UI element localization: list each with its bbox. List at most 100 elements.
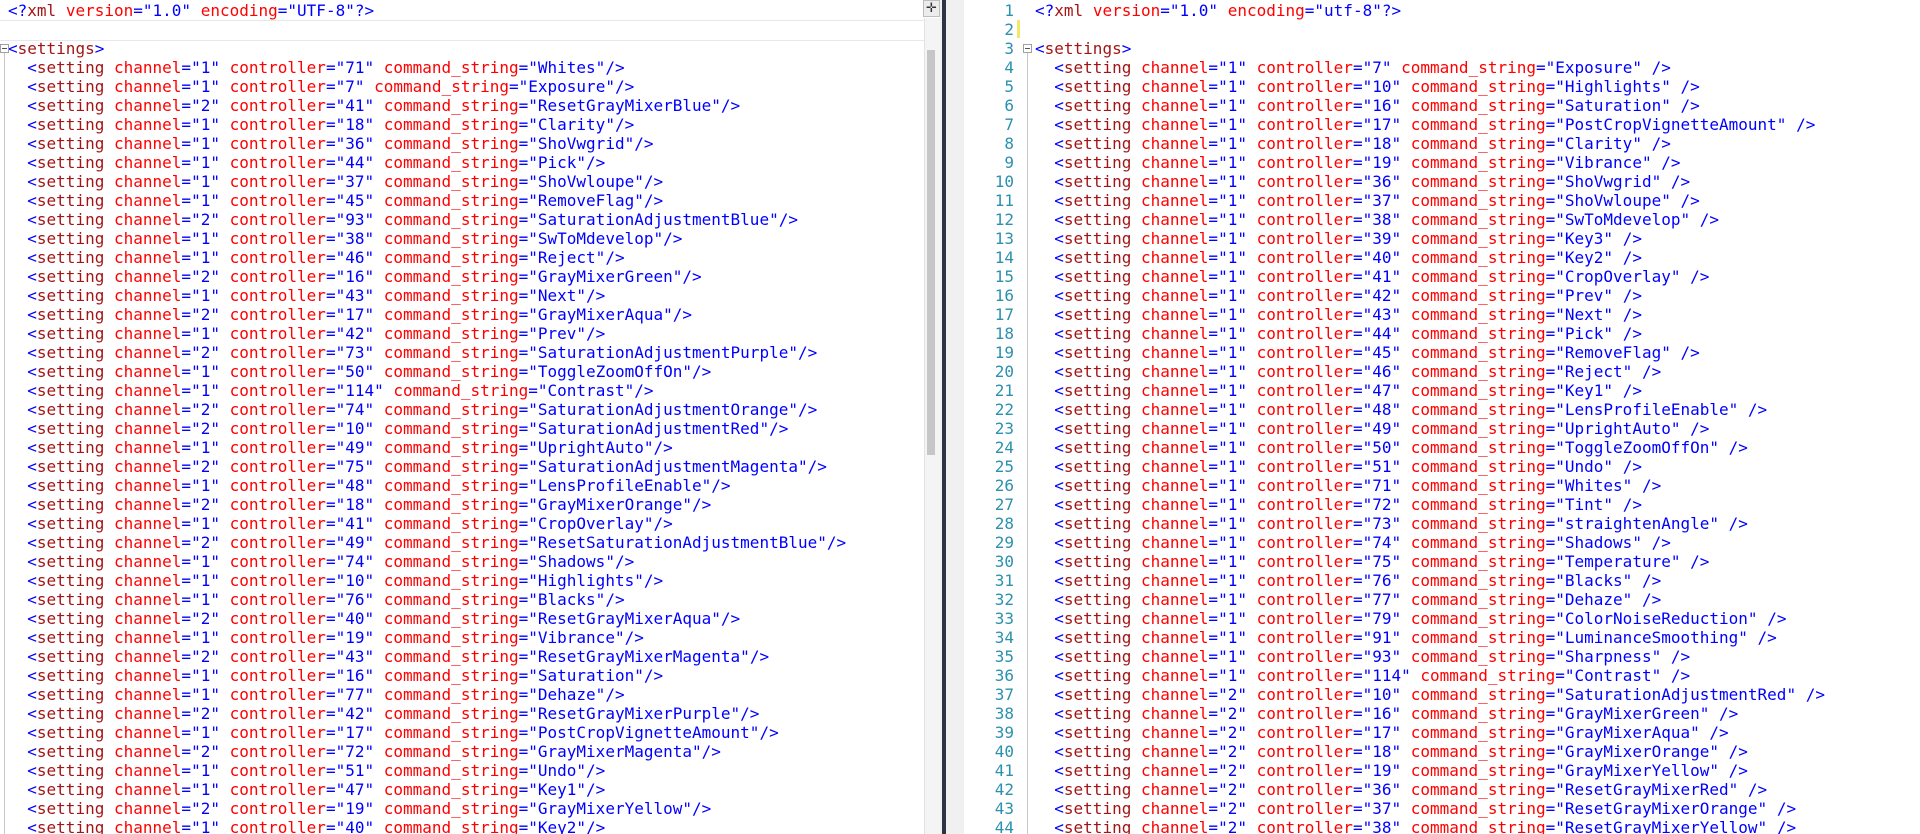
code-line[interactable]: <setting channel="1" controller="46" com… xyxy=(1035,362,1661,381)
code-line[interactable]: <setting channel="2" controller="19" com… xyxy=(8,799,711,818)
code-line[interactable]: <setting channel="1" controller="75" com… xyxy=(1035,552,1709,571)
code-line[interactable]: <setting channel="1" controller="74" com… xyxy=(1035,533,1671,552)
code-line[interactable]: <setting channel="1" controller="47" com… xyxy=(1035,381,1642,400)
code-line[interactable]: <setting channel="2" controller="75" com… xyxy=(8,457,827,476)
code-line[interactable]: <setting channel="1" controller="40" com… xyxy=(1035,248,1642,267)
pane-splitter-bar[interactable] xyxy=(942,0,946,834)
code-line[interactable]: <setting channel="1" controller="42" com… xyxy=(1035,286,1642,305)
line-number: 30 xyxy=(994,552,1014,571)
code-line[interactable]: <setting channel="1" controller="77" com… xyxy=(1035,590,1661,609)
code-line[interactable]: <setting channel="1" controller="77" com… xyxy=(8,685,624,704)
code-line[interactable]: <setting channel="1" controller="45" com… xyxy=(8,191,663,210)
code-line[interactable]: <setting channel="1" controller="48" com… xyxy=(1035,400,1767,419)
code-line[interactable]: <setting channel="1" controller="10" com… xyxy=(8,571,663,590)
code-line[interactable]: <setting channel="1" controller="41" com… xyxy=(8,514,672,533)
code-line[interactable]: <setting channel="2" controller="40" com… xyxy=(8,609,740,628)
code-line[interactable]: <setting channel="2" controller="10" com… xyxy=(8,419,788,438)
code-line[interactable]: <setting channel="1" controller="16" com… xyxy=(8,666,663,685)
collapse-icon[interactable] xyxy=(1023,44,1032,53)
code-line[interactable]: <setting channel="2" controller="18" com… xyxy=(1035,742,1748,761)
code-line[interactable]: <settings> xyxy=(8,39,104,58)
code-line[interactable]: <setting channel="1" controller="16" com… xyxy=(1035,96,1699,115)
code-line[interactable]: <setting channel="1" controller="38" com… xyxy=(8,229,682,248)
code-line[interactable]: <setting channel="2" controller="74" com… xyxy=(8,400,817,419)
collapse-icon[interactable] xyxy=(0,44,9,53)
code-line[interactable]: <setting channel="2" controller="72" com… xyxy=(8,742,721,761)
code-line[interactable]: <setting channel="1" controller="71" com… xyxy=(8,58,624,77)
code-line[interactable]: <setting channel="1" controller="7" comm… xyxy=(8,77,634,96)
code-line[interactable]: <setting channel="1" controller="71" com… xyxy=(1035,476,1661,495)
code-line[interactable]: <setting channel="1" controller="51" com… xyxy=(8,761,605,780)
code-line[interactable]: <setting channel="2" controller="18" com… xyxy=(8,495,711,514)
code-line[interactable]: <setting channel="1" controller="50" com… xyxy=(8,362,711,381)
code-line[interactable]: <setting channel="1" controller="79" com… xyxy=(1035,609,1786,628)
code-line[interactable]: <setting channel="2" controller="42" com… xyxy=(8,704,759,723)
line-number: 18 xyxy=(994,324,1014,343)
code-line[interactable]: <setting channel="2" controller="19" com… xyxy=(1035,761,1748,780)
code-line[interactable]: <setting channel="2" controller="43" com… xyxy=(8,647,769,666)
code-line[interactable]: <setting channel="1" controller="19" com… xyxy=(1035,153,1680,172)
code-line[interactable]: <setting channel="1" controller="46" com… xyxy=(8,248,624,267)
code-line[interactable]: <setting channel="1" controller="36" com… xyxy=(8,134,653,153)
line-number: 36 xyxy=(994,666,1014,685)
code-line[interactable]: <setting channel="2" controller="73" com… xyxy=(8,343,817,362)
scrollbar-thumb[interactable] xyxy=(927,50,935,455)
line-number: 15 xyxy=(994,267,1014,286)
code-line[interactable]: <setting channel="1" controller="91" com… xyxy=(1035,628,1777,647)
code-line[interactable]: <setting channel="1" controller="18" com… xyxy=(8,115,634,134)
code-line[interactable]: <setting channel="2" controller="93" com… xyxy=(8,210,798,229)
code-line[interactable]: <setting channel="2" controller="38" com… xyxy=(1035,818,1796,834)
code-line[interactable]: <setting channel="1" controller="37" com… xyxy=(1035,191,1699,210)
xml-declaration-line[interactable]: <?xml version="1.0" encoding="utf-8"?> xyxy=(1035,1,1401,20)
code-line[interactable]: <setting channel="2" controller="17" com… xyxy=(8,305,692,324)
left-editor-pane[interactable]: <?xml version="1.0" encoding="UTF-8"?> <s… xyxy=(0,0,940,834)
code-line[interactable]: <setting channel="1" controller="43" com… xyxy=(1035,305,1642,324)
code-line[interactable]: <setting channel="1" controller="74" com… xyxy=(8,552,634,571)
code-line[interactable]: <setting channel="1" controller="76" com… xyxy=(8,590,624,609)
code-line[interactable]: <setting channel="1" controller="40" com… xyxy=(8,818,605,834)
code-line[interactable]: <setting channel="1" controller="114" co… xyxy=(1035,666,1690,685)
code-line[interactable]: <setting channel="1" controller="38" com… xyxy=(1035,210,1719,229)
fold-guide-line xyxy=(4,53,5,834)
code-line[interactable]: <setting channel="1" controller="39" com… xyxy=(1035,229,1642,248)
code-line[interactable]: <setting channel="2" controller="36" com… xyxy=(1035,780,1767,799)
code-line[interactable]: <setting channel="1" controller="93" com… xyxy=(1035,647,1690,666)
code-line[interactable]: <setting channel="1" controller="19" com… xyxy=(8,628,644,647)
code-line[interactable]: <setting channel="1" controller="36" com… xyxy=(1035,172,1690,191)
right-editor-pane[interactable]: 1 2 3 4 5 6 7 8 9 10 11 12 13 14 15 16 17 18 19 20 21 22 23 24 2… xyxy=(964,0,1920,834)
code-line[interactable]: <setting channel="2" controller="17" com… xyxy=(1035,723,1728,742)
code-line[interactable]: <setting channel="1" controller="17" com… xyxy=(8,723,778,742)
code-line[interactable]: <setting channel="1" controller="49" com… xyxy=(1035,419,1709,438)
code-line[interactable]: <setting channel="1" controller="45" com… xyxy=(1035,343,1699,362)
split-view-icon[interactable]: ✛ xyxy=(923,0,940,17)
code-line[interactable]: <settings> xyxy=(1035,39,1131,58)
code-line[interactable]: <setting channel="1" controller="47" com… xyxy=(8,780,605,799)
code-line[interactable]: <setting channel="2" controller="10" com… xyxy=(1035,685,1825,704)
xml-declaration-line[interactable]: <?xml version="1.0" encoding="UTF-8"?> xyxy=(8,1,374,20)
code-line[interactable]: <setting channel="1" controller="41" com… xyxy=(1035,267,1709,286)
code-line[interactable]: <setting channel="1" controller="50" com… xyxy=(1035,438,1748,457)
code-line[interactable]: <setting channel="1" controller="49" com… xyxy=(8,438,672,457)
code-line[interactable]: <setting channel="2" controller="49" com… xyxy=(8,533,846,552)
code-line[interactable]: <setting channel="1" controller="42" com… xyxy=(8,324,605,343)
code-line[interactable]: <setting channel="2" controller="16" com… xyxy=(1035,704,1738,723)
code-line[interactable]: <setting channel="1" controller="17" com… xyxy=(1035,115,1815,134)
code-line[interactable]: <setting channel="1" controller="76" com… xyxy=(1035,571,1661,590)
code-line[interactable]: <setting channel="1" controller="18" com… xyxy=(1035,134,1671,153)
line-number: 7 xyxy=(1004,115,1014,134)
code-line[interactable]: <setting channel="1" controller="10" com… xyxy=(1035,77,1699,96)
code-line[interactable]: <setting channel="2" controller="37" com… xyxy=(1035,799,1796,818)
code-line[interactable]: <setting channel="1" controller="114" co… xyxy=(8,381,653,400)
code-line[interactable]: <setting channel="1" controller="73" com… xyxy=(1035,514,1748,533)
code-line[interactable]: <setting channel="1" controller="7" comm… xyxy=(1035,58,1671,77)
code-line[interactable]: <setting channel="1" controller="72" com… xyxy=(1035,495,1642,514)
code-line[interactable]: <setting channel="1" controller="37" com… xyxy=(8,172,663,191)
code-line[interactable]: <setting channel="1" controller="44" com… xyxy=(1035,324,1642,343)
code-line[interactable]: <setting channel="1" controller="43" com… xyxy=(8,286,605,305)
code-line[interactable]: <setting channel="1" controller="51" com… xyxy=(1035,457,1642,476)
line-number: 19 xyxy=(994,343,1014,362)
code-line[interactable]: <setting channel="2" controller="41" com… xyxy=(8,96,740,115)
code-line[interactable]: <setting channel="1" controller="48" com… xyxy=(8,476,730,495)
code-line[interactable]: <setting channel="2" controller="16" com… xyxy=(8,267,701,286)
code-line[interactable]: <setting channel="1" controller="44" com… xyxy=(8,153,605,172)
